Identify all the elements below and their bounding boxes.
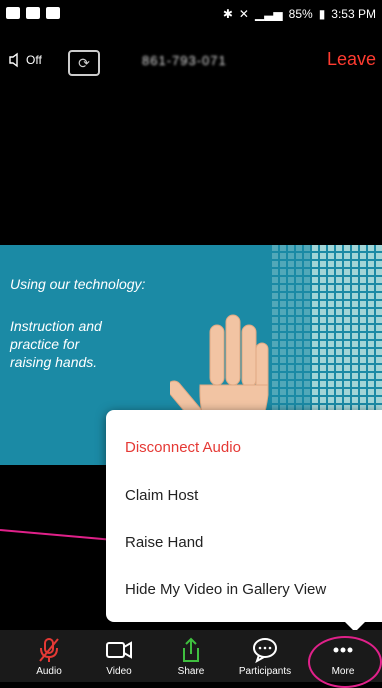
share-line-2: practice for [10, 336, 80, 352]
notification-icons [6, 7, 60, 19]
clock: 3:53 PM [331, 7, 376, 21]
image-notification-icon [46, 7, 60, 19]
system-status: ✱ ✕ ▁▃▅ 85% ▮ 3:53 PM [223, 7, 376, 21]
participants-button[interactable]: Participants [230, 636, 300, 677]
chat-bubble-icon [253, 638, 277, 664]
status-bar: ✱ ✕ ▁▃▅ 85% ▮ 3:53 PM [0, 0, 382, 30]
chat-notification-icon [26, 7, 40, 19]
battery-percent: 85% [288, 7, 313, 21]
menu-item-disconnect-audio[interactable]: Disconnect Audio [125, 439, 241, 456]
speaker-toggle[interactable]: Off [8, 52, 42, 68]
annotation-circle [308, 636, 382, 688]
share-headline: Using our technology: [10, 276, 146, 292]
audio-button[interactable]: Audio [14, 636, 84, 677]
video-label: Video [106, 666, 132, 677]
signal-icon: ▁▃▅ [254, 7, 283, 21]
mute-icon: ✕ [238, 7, 249, 21]
video-button[interactable]: Video [84, 636, 154, 677]
audio-label: Audio [36, 666, 62, 677]
menu-item-claim-host[interactable]: Claim Host [125, 487, 198, 504]
bluetooth-icon: ✱ [222, 7, 233, 21]
meeting-top-bar: Off ⟳ 861-793-071 Leave [0, 40, 382, 80]
speaker-label: Off [26, 53, 42, 67]
more-menu: Disconnect Audio Claim Host Raise Hand H… [106, 410, 382, 622]
zoom-meeting-screen: ✱ ✕ ▁▃▅ 85% ▮ 3:53 PM Off ⟳ 861-793-071 … [0, 0, 382, 688]
muted-mic-icon [39, 638, 59, 662]
menu-item-raise-hand[interactable]: Raise Hand [125, 534, 203, 551]
speaker-icon [9, 52, 18, 68]
share-button[interactable]: Share [156, 636, 226, 677]
share-arrow-icon [183, 637, 199, 662]
share-label: Share [177, 666, 205, 677]
leave-button[interactable]: Leave [327, 49, 376, 70]
switch-camera-icon: ⟳ [78, 54, 90, 71]
video-camera-icon [106, 641, 132, 659]
share-line-3: raising hands. [10, 354, 98, 370]
video-notification-icon [6, 7, 20, 19]
switch-camera-button[interactable]: ⟳ [68, 50, 100, 76]
battery-icon: ▮ [318, 7, 326, 21]
participants-label: Participants [238, 666, 292, 677]
meeting-id: 861-793-071 [142, 53, 227, 68]
share-line-1: Instruction and [10, 318, 102, 334]
menu-item-hide-video[interactable]: Hide My Video in Gallery View [125, 581, 326, 598]
